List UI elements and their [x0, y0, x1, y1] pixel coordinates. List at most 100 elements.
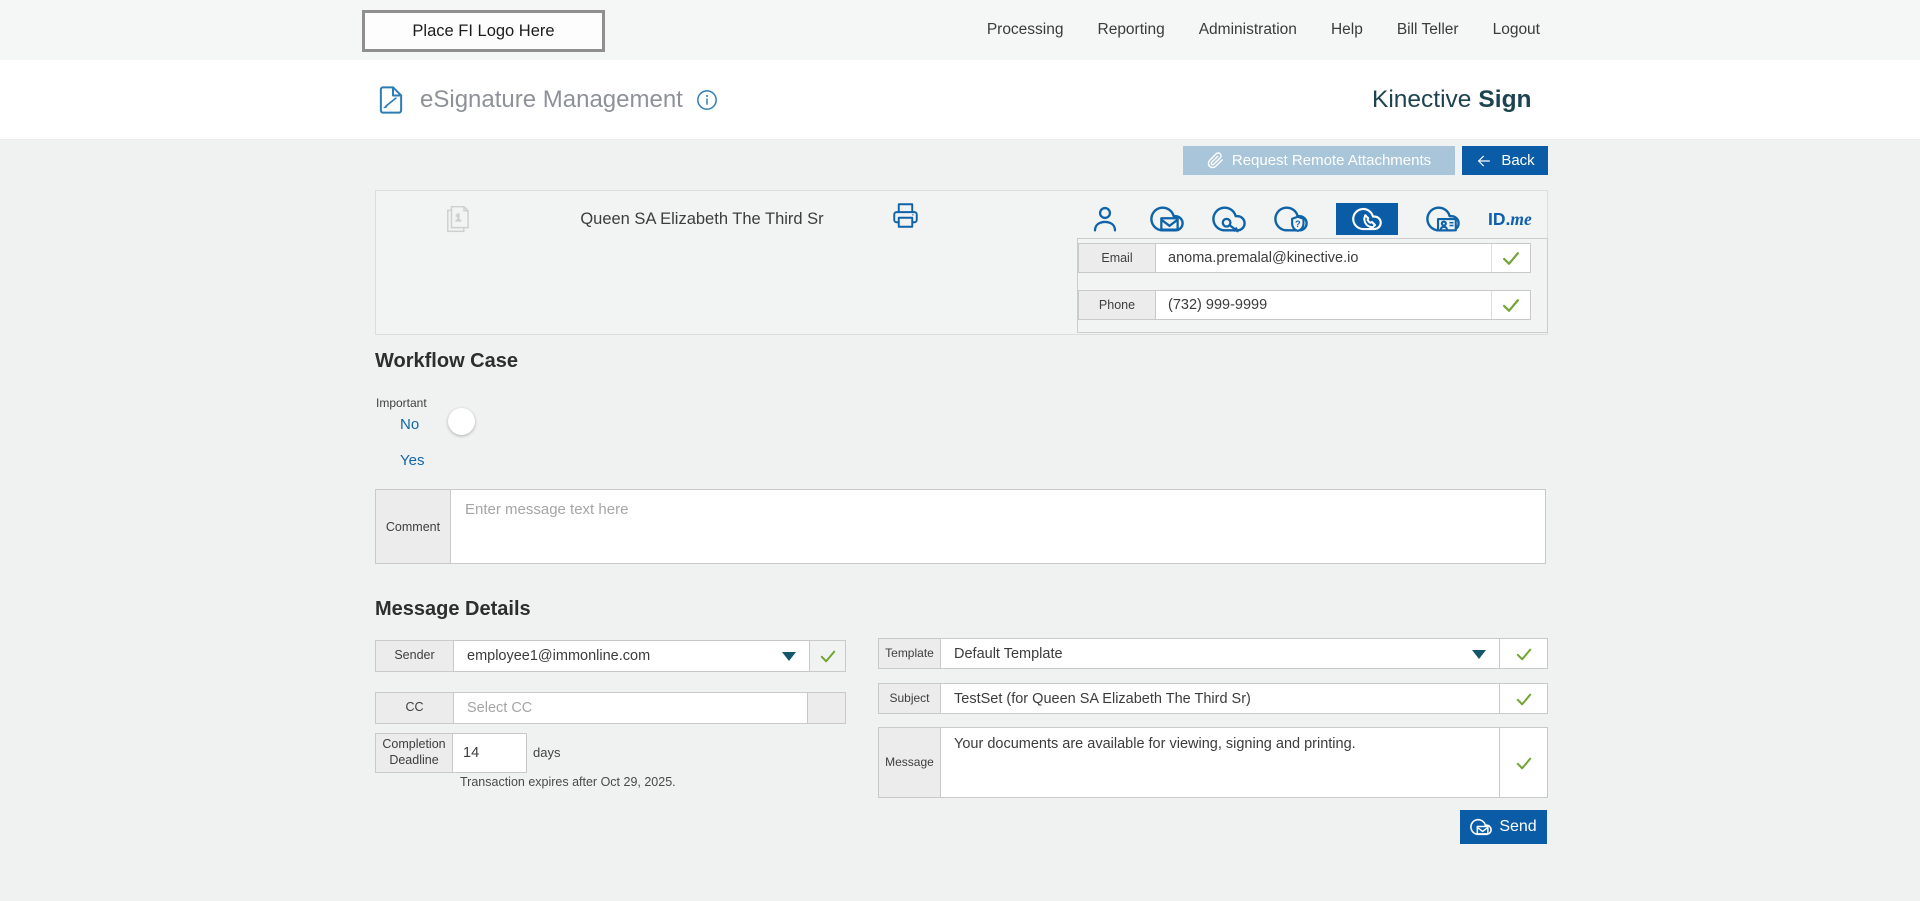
- important-toggle-knob[interactable]: [448, 408, 475, 435]
- document-signature-icon: [375, 84, 407, 116]
- important-label: Important: [376, 396, 427, 410]
- fi-logo-placeholder[interactable]: Place FI Logo Here: [362, 10, 605, 52]
- idme-me: me: [1510, 209, 1531, 229]
- message-valid-cell: [1499, 728, 1547, 797]
- request-remote-attachments-button[interactable]: Request Remote Attachments: [1183, 146, 1455, 175]
- subject-field-wrap: [941, 684, 1499, 713]
- printer-icon[interactable]: [892, 202, 919, 229]
- workflow-case-heading: Workflow Case: [375, 350, 518, 373]
- recipient-contact-panel: Email Phone: [1077, 238, 1548, 333]
- page-title: eSignature Management: [420, 86, 683, 114]
- chevron-down-icon[interactable]: [1472, 650, 1486, 659]
- important-option-no[interactable]: No: [400, 416, 419, 433]
- nav-user-bill-teller[interactable]: Bill Teller: [1397, 21, 1459, 39]
- important-option-yes[interactable]: Yes: [400, 452, 424, 469]
- email-row: Email: [1078, 243, 1531, 273]
- info-icon[interactable]: [696, 89, 718, 111]
- cloud-key-icon[interactable]: [1212, 202, 1246, 236]
- cc-input[interactable]: [454, 700, 807, 716]
- cloud-phone-icon[interactable]: [1336, 203, 1398, 235]
- valid-check-icon: [1514, 689, 1534, 709]
- nav-logout[interactable]: Logout: [1493, 21, 1540, 39]
- phone-row: Phone: [1078, 290, 1531, 320]
- send-label: Send: [1499, 818, 1536, 836]
- message-label: Message: [879, 728, 941, 797]
- brand-product: Sign: [1478, 86, 1531, 114]
- svg-text:1: 1: [455, 213, 460, 224]
- recipient-card: 1 Queen SA Elizabeth The Third Sr: [375, 190, 1548, 335]
- completion-deadline-row: Completion Deadline: [375, 733, 527, 773]
- nav-processing[interactable]: Processing: [987, 21, 1064, 39]
- days-unit-label: days: [533, 745, 560, 760]
- email-field[interactable]: [1156, 244, 1492, 272]
- back-button[interactable]: Back: [1462, 146, 1548, 175]
- cloud-send-icon: [1470, 816, 1492, 838]
- cloud-email-icon[interactable]: [1150, 202, 1184, 236]
- valid-check-icon: [1514, 753, 1534, 773]
- top-bar: Place FI Logo Here Processing Reporting …: [0, 0, 1920, 60]
- message-details-heading: Message Details: [375, 598, 531, 621]
- cc-field-wrap: [454, 693, 807, 723]
- cloud-shield-question-icon[interactable]: ?: [1274, 202, 1308, 236]
- idme-logo[interactable]: ID.me: [1488, 209, 1532, 230]
- subject-input[interactable]: [941, 691, 1499, 707]
- email-valid-cell: [1492, 244, 1530, 272]
- phone-valid-cell: [1492, 291, 1530, 319]
- phone-label: Phone: [1079, 291, 1156, 319]
- valid-check-icon: [1514, 644, 1534, 664]
- send-button[interactable]: Send: [1460, 810, 1547, 844]
- message-field-wrap: Your documents are available for viewing…: [941, 728, 1499, 797]
- nav-help[interactable]: Help: [1331, 21, 1363, 39]
- valid-check-icon: [1500, 294, 1522, 316]
- completion-deadline-input[interactable]: [453, 745, 526, 761]
- user-icon[interactable]: [1088, 202, 1122, 236]
- phone-field[interactable]: [1156, 291, 1492, 319]
- message-row: Message Your documents are available for…: [878, 727, 1548, 798]
- cc-row: CC: [375, 692, 846, 724]
- back-label: Back: [1501, 152, 1534, 169]
- sender-valid-cell: [809, 641, 845, 671]
- cc-empty-cell: [807, 693, 845, 723]
- deadline-field-wrap: [453, 734, 526, 772]
- authentication-method-row: ? ID.me: [1088, 202, 1532, 236]
- brand-name: Kinective: [1372, 86, 1471, 114]
- arrow-left-icon: [1475, 153, 1493, 169]
- chevron-down-icon[interactable]: [782, 652, 796, 661]
- sender-row: Sender employee1@immonline.com: [375, 640, 846, 672]
- idme-bold: ID.: [1488, 209, 1510, 229]
- template-row: Template Default Template: [878, 638, 1548, 669]
- request-remote-attachments-label: Request Remote Attachments: [1232, 152, 1431, 169]
- message-input[interactable]: Your documents are available for viewing…: [941, 728, 1499, 797]
- main-nav: Processing Reporting Administration Help…: [987, 0, 1540, 60]
- transaction-expiry-note: Transaction expires after Oct 29, 2025.: [460, 775, 676, 789]
- sender-dropdown[interactable]: employee1@immonline.com: [454, 641, 809, 671]
- paperclip-icon: [1207, 152, 1224, 169]
- email-label: Email: [1079, 244, 1156, 272]
- app-title-group: eSignature Management: [375, 60, 718, 140]
- sender-value: employee1@immonline.com: [467, 648, 650, 664]
- brand-logo: Kinective Sign: [1372, 60, 1532, 140]
- valid-check-icon: [1500, 247, 1522, 269]
- valid-check-icon: [818, 646, 838, 666]
- completion-deadline-label: Completion Deadline: [376, 734, 453, 772]
- template-value: Default Template: [954, 646, 1063, 662]
- template-valid-cell: [1499, 639, 1547, 668]
- template-dropdown[interactable]: Default Template: [941, 639, 1499, 668]
- nav-administration[interactable]: Administration: [1199, 21, 1297, 39]
- svg-text:?: ?: [1295, 219, 1301, 229]
- fi-logo-text: Place FI Logo Here: [412, 22, 554, 41]
- comment-label: Comment: [376, 490, 451, 563]
- header-band: eSignature Management Kinective Sign: [0, 60, 1920, 140]
- cc-label: CC: [376, 693, 454, 723]
- sender-label: Sender: [376, 641, 454, 671]
- document-count-icon: 1: [442, 203, 472, 235]
- template-label: Template: [879, 639, 941, 668]
- subject-label: Subject: [879, 684, 941, 713]
- comment-input[interactable]: [451, 490, 1545, 563]
- comment-row: Comment: [375, 489, 1546, 564]
- nav-reporting[interactable]: Reporting: [1098, 21, 1165, 39]
- cloud-id-card-icon[interactable]: [1426, 202, 1460, 236]
- subject-valid-cell: [1499, 684, 1547, 713]
- subject-row: Subject: [878, 683, 1548, 714]
- recipient-name: Queen SA Elizabeth The Third Sr: [502, 210, 902, 229]
